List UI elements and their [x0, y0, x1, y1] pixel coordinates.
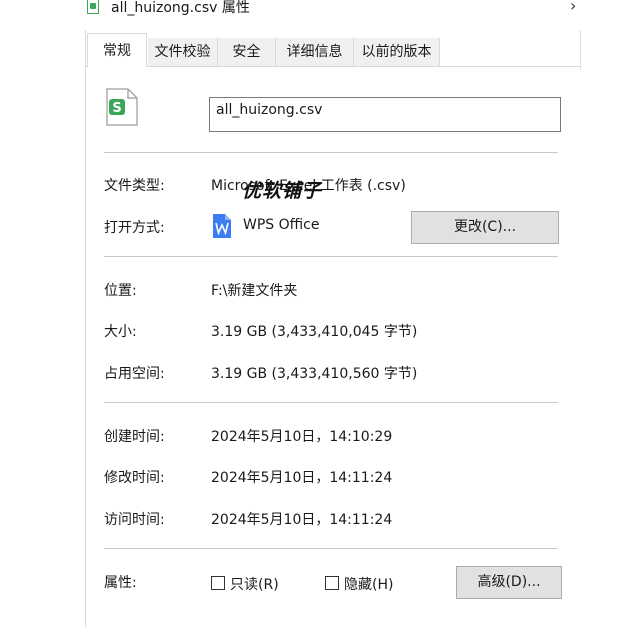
size-on-disk-label: 占用空间: [104, 366, 165, 382]
tab-details[interactable]: 详细信息 [276, 38, 354, 66]
wps-spreadsheet-icon: S [106, 88, 138, 126]
tab-previous-versions[interactable]: 以前的版本 [354, 38, 440, 66]
readonly-checkbox[interactable] [211, 576, 225, 590]
attributes-label: 属性: [104, 575, 137, 591]
accessed-value: 2024年5月10日，14:11:24 [211, 512, 393, 528]
hidden-label[interactable]: 隐藏(H) [344, 574, 393, 594]
tab-general[interactable]: 常规 [87, 33, 147, 67]
readonly-label[interactable]: 只读(R) [230, 574, 279, 594]
advanced-button[interactable]: 高级(D)... [456, 566, 562, 599]
tab-security[interactable]: 安全 [218, 38, 276, 66]
size-on-disk-value: 3.19 GB (3,433,410,560 字节) [211, 366, 418, 382]
csv-file-icon [87, 0, 99, 14]
opens-with-label: 打开方式: [104, 220, 165, 236]
divider [104, 402, 558, 403]
svg-text:S: S [112, 101, 121, 116]
hidden-checkbox[interactable] [325, 576, 339, 590]
created-value: 2024年5月10日，14:10:29 [211, 429, 393, 445]
accessed-label: 访问时间: [104, 512, 165, 528]
file-type-label: 文件类型: [104, 178, 165, 194]
divider [104, 256, 558, 257]
watermark-text: 优软铺子 [242, 180, 323, 202]
created-label: 创建时间: [104, 429, 165, 445]
size-value: 3.19 GB (3,433,410,045 字节) [211, 324, 418, 340]
size-label: 大小: [104, 324, 137, 340]
panel-border-left [85, 30, 86, 627]
location-value: F:\新建文件夹 [211, 283, 298, 299]
divider [104, 548, 558, 549]
change-button[interactable]: 更改(C)... [411, 211, 559, 244]
window-title: all_huizong.csv 属性 [111, 0, 250, 16]
modified-label: 修改时间: [104, 470, 165, 486]
filename-input[interactable]: all_huizong.csv [209, 97, 561, 132]
location-label: 位置: [104, 283, 137, 299]
modified-value: 2024年5月10日，14:11:24 [211, 470, 393, 486]
tab-strip-divider [85, 66, 581, 67]
tab-checksum[interactable]: 文件校验 [148, 38, 218, 66]
panel-border-right [580, 30, 581, 70]
divider [104, 152, 558, 153]
chevron-right-icon[interactable]: › [570, 0, 576, 15]
opens-with-app: WPS Office [243, 217, 320, 233]
wps-writer-icon [213, 214, 231, 238]
